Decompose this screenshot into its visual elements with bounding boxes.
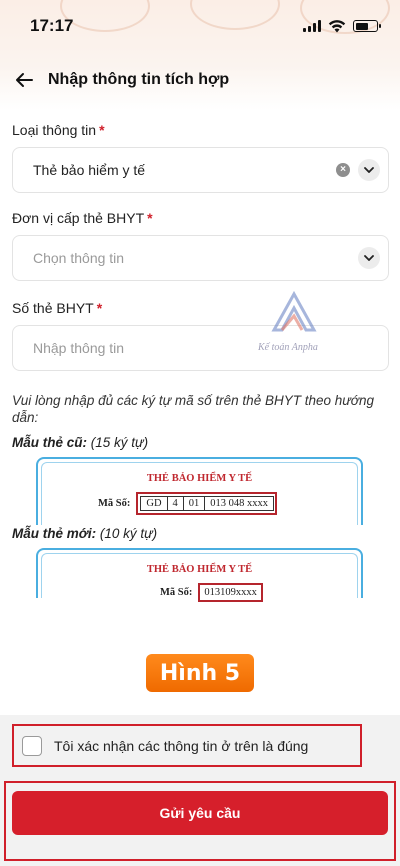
page-title: Nhập thông tin tích hợp [48,71,230,88]
code-highlight: 013109xxxx [198,583,263,602]
status-bar: 17:17 [0,0,400,52]
field-label-so-the: Số thẻ BHYT * [12,300,102,316]
wifi-icon [328,20,346,33]
loai-thong-tin-select[interactable]: Thẻ bảo hiểm y tế × [12,147,389,193]
field-icons: × [336,159,380,181]
status-icons [303,19,381,33]
submit-button[interactable]: Gửi yêu cầu [12,791,388,835]
selected-value: Thẻ bảo hiểm y tế [33,162,146,178]
sample-old-title-bold: Mẫu thẻ cũ: [12,435,88,450]
code-label: Mã Số: [160,587,193,598]
field-label-don-vi: Đơn vị cấp thẻ BHYT * [12,210,153,226]
chevron-down-icon[interactable] [358,247,380,269]
clear-icon[interactable]: × [336,163,350,177]
confirm-label: Tôi xác nhận các thông tin ở trên là đún… [54,737,309,754]
confirm-checkbox-row[interactable]: Tôi xác nhận các thông tin ở trên là đún… [12,724,362,767]
sample-new-title-rest: (10 ký tự) [96,526,158,541]
label-text: Loại thông tin [12,122,97,138]
status-time: 17:17 [30,16,74,35]
sample-new-title-bold: Mẫu thẻ mới: [12,526,97,541]
placeholder-text: Chọn thông tin [33,250,125,266]
figure-badge: Hình 5 [146,654,254,692]
bottom-bar: Tôi xác nhận các thông tin ở trên là đún… [0,715,400,866]
card-title: THẺ BẢO HIỂM Y TẾ [146,564,253,575]
arrow-left-icon [16,73,33,87]
anpha-logo-watermark: Kế toán Anpha [258,290,318,353]
label-text: Số thẻ BHYT [12,300,94,316]
back-button[interactable] [12,68,36,92]
label-text: Đơn vị cấp thẻ BHYT [12,210,145,226]
chevron-down-icon[interactable] [358,159,380,181]
code-part: GD [140,496,168,511]
sample-new-title: Mẫu thẻ mới: (10 ký tự) [12,526,157,541]
code-part: 013 048 xxxx [204,496,275,511]
required-mark: * [96,300,103,316]
sample-old-title: Mẫu thẻ cũ: (15 ký tự) [12,435,148,450]
app-screen: 17:17 Nhập thông tin tích hợp Loại thông… [0,0,400,866]
hint-text: Vui lòng nhập đủ các ký tự mã số trên th… [12,393,374,425]
code-label: Mã Số: [98,498,131,509]
card-code-row: Mã Số: GD 4 01 013 048 xxxx [98,492,278,515]
watermark-text: Kế toán Anpha [258,342,318,353]
placeholder-text: Nhập thông tin [33,340,125,356]
don-vi-select[interactable]: Chọn thông tin [12,235,389,281]
code-highlight: GD 4 01 013 048 xxxx [136,492,278,515]
required-mark: * [147,210,153,226]
signal-icon [303,20,321,32]
card-title: THẺ BẢO HIỂM Y TẾ [146,473,253,484]
code-part: 4 [166,496,184,511]
required-mark: * [99,122,105,138]
field-icons [358,247,380,269]
code-part: 01 [182,496,206,511]
app-header: Nhập thông tin tích hợp [0,56,400,104]
card-code-row: Mã Số: 013109xxxx [160,583,263,602]
battery-icon [353,20,381,32]
sample-old-title-rest: (15 ký tự) [87,435,149,450]
field-label-loai-thong-tin: Loại thông tin * [12,122,105,138]
old-card-sample: THẺ BẢO HIỂM Y TẾ Mã Số: GD 4 01 013 048… [36,457,363,525]
new-card-sample: THẺ BẢO HIỂM Y TẾ Mã Số: 013109xxxx [36,548,363,602]
confirm-checkbox[interactable] [22,735,42,756]
